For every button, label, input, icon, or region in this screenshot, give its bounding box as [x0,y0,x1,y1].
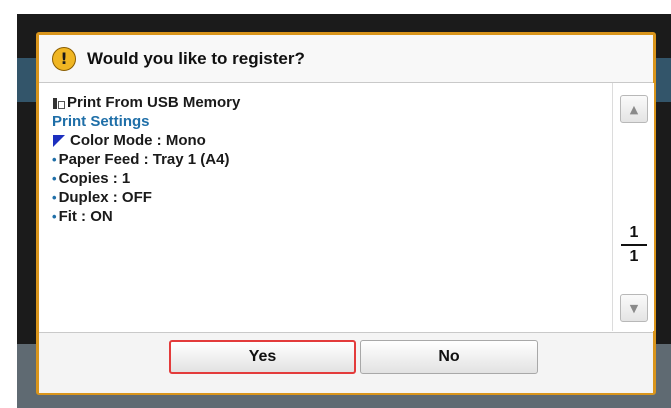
selected-setting-label: Color Mode : Mono [70,132,206,149]
scroll-up-button[interactable]: ▲ [620,95,648,123]
warning-icon: ! [52,46,76,71]
register-dialog: ! Would you like to register? Print From… [36,32,656,395]
page-indicator: 1 1 [621,223,647,267]
dialog-footer: Yes No [39,332,653,393]
yes-button[interactable]: Yes [169,340,356,374]
triangle-up-icon: ▲ [629,102,639,116]
setting-label: Duplex : OFF [58,189,152,206]
bullet-icon: • [52,152,57,167]
triangle-down-icon: ▼ [629,301,639,315]
setting-row[interactable]: • Fit : ON [52,207,240,226]
printer-panel-screen: ! Would you like to register? Print From… [17,14,671,408]
setting-row[interactable]: • Copies : 1 [52,169,240,188]
setting-label: Paper Feed : Tray 1 (A4) [58,151,230,168]
scroll-down-button[interactable]: ▼ [620,294,648,322]
bullet-icon: • [52,209,57,224]
no-button-label: No [438,348,460,365]
section-title: Print Settings [52,112,240,131]
setting-label: Fit : ON [58,208,113,225]
yes-button-label: Yes [248,348,277,365]
bullet-icon: • [52,190,57,205]
dialog-title: Would you like to register? [87,48,305,68]
setting-row[interactable]: • Duplex : OFF [52,188,240,207]
section-title-label: Print Settings [52,113,150,130]
selection-marker-icon [53,134,65,147]
bullet-icon: • [52,171,57,186]
current-page: 1 [629,224,639,241]
total-pages: 1 [629,248,639,265]
no-button[interactable]: No [360,340,538,374]
scroll-column: ▲ 1 1 ▼ [612,83,654,331]
selected-setting-row[interactable]: Color Mode : Mono [52,131,240,150]
content-heading: Print From USB Memory [52,93,240,112]
dialog-header: ! Would you like to register? [39,35,653,83]
settings-list: Print From USB Memory Print Settings Col… [52,93,240,226]
page-divider [621,244,647,246]
usb-memory-icon [52,95,66,111]
setting-label: Copies : 1 [58,170,131,187]
settings-content: Print From USB Memory Print Settings Col… [39,83,611,331]
setting-row[interactable]: • Paper Feed : Tray 1 (A4) [52,150,240,169]
content-heading-label: Print From USB Memory [67,94,241,111]
